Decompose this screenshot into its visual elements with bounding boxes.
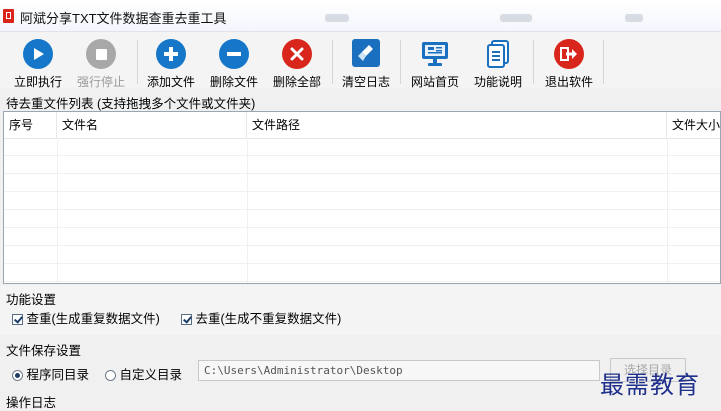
column-header-filepath[interactable]: 文件路径 bbox=[247, 112, 667, 138]
same-dir-radio[interactable] bbox=[12, 370, 23, 381]
add-file-label: 添加文件 bbox=[146, 75, 195, 89]
watermark: 最需教育 bbox=[600, 373, 700, 399]
play-icon bbox=[23, 39, 53, 69]
same-dir-label: 程序同目录 bbox=[26, 368, 89, 382]
title-bar: 阿斌分享TXT文件数据查重去重工具 bbox=[0, 0, 721, 32]
check-duplicates-label: 查重(生成重复数据文件) bbox=[26, 312, 160, 326]
file-list-table[interactable]: 序号 文件名 文件路径 文件大小 bbox=[3, 111, 721, 284]
dedupe-check-option[interactable]: 查重(生成重复数据文件) bbox=[12, 308, 160, 327]
title-blur-1 bbox=[325, 14, 349, 22]
file-list-title: 待去重文件列表 (支持拖拽多个文件或文件夹) bbox=[6, 97, 256, 111]
help-button[interactable]: 功能说明 bbox=[465, 36, 531, 89]
file-list-header: 序号 文件名 文件路径 文件大小 bbox=[4, 112, 720, 139]
delete-file-label: 删除文件 bbox=[209, 75, 258, 89]
toolbar-separator bbox=[533, 40, 534, 84]
delete-file-button[interactable]: 删除文件 bbox=[201, 36, 267, 89]
custom-dir-radio[interactable] bbox=[105, 370, 116, 381]
check-duplicates-checkbox[interactable] bbox=[12, 314, 23, 325]
broom-icon bbox=[351, 39, 381, 69]
empty-row bbox=[4, 174, 720, 192]
toolbar-separator bbox=[603, 40, 604, 84]
empty-row bbox=[4, 264, 720, 282]
title-blur-3 bbox=[625, 14, 643, 22]
file-list-body bbox=[4, 138, 720, 283]
function-settings-title: 功能设置 bbox=[6, 293, 57, 307]
window-title: 阿斌分享TXT文件数据查重去重工具 bbox=[20, 11, 227, 26]
custom-dir-label: 自定义目录 bbox=[119, 368, 182, 382]
dedupe-remove-option[interactable]: 去重(生成不重复数据文件) bbox=[181, 308, 341, 327]
delete-all-button[interactable]: 删除全部 bbox=[264, 36, 330, 89]
toolbar: 立即执行 强行停止 添加文件 删除文件 删除全部 清空日志 网站首页 功能说明 … bbox=[0, 32, 721, 89]
monitor-icon bbox=[420, 39, 450, 69]
stop-icon bbox=[86, 39, 116, 69]
delete-all-label: 删除全部 bbox=[272, 75, 321, 89]
column-header-index[interactable]: 序号 bbox=[4, 112, 57, 138]
save-settings-title: 文件保存设置 bbox=[6, 344, 82, 358]
force-stop-button[interactable]: 强行停止 bbox=[68, 36, 134, 89]
title-blur-2 bbox=[500, 14, 532, 22]
save-custom-dir-option[interactable]: 自定义目录 bbox=[105, 364, 182, 383]
run-now-label: 立即执行 bbox=[13, 75, 62, 89]
empty-row bbox=[4, 156, 720, 174]
plus-icon bbox=[156, 39, 186, 69]
empty-row bbox=[4, 138, 720, 156]
add-file-button[interactable]: 添加文件 bbox=[138, 36, 204, 89]
exit-label: 退出软件 bbox=[544, 75, 593, 89]
remove-duplicates-checkbox[interactable] bbox=[181, 314, 192, 325]
save-same-dir-option[interactable]: 程序同目录 bbox=[12, 364, 89, 383]
column-header-filesize[interactable]: 文件大小 bbox=[667, 112, 720, 138]
save-path-field[interactable]: C:\Users\Administrator\Desktop bbox=[198, 360, 600, 381]
exit-icon bbox=[554, 39, 584, 69]
remove-duplicates-label: 去重(生成不重复数据文件) bbox=[195, 312, 342, 326]
log-title: 操作日志 bbox=[6, 396, 57, 410]
toolbar-separator bbox=[400, 40, 401, 84]
empty-row bbox=[4, 228, 720, 246]
exit-button[interactable]: 退出软件 bbox=[536, 36, 602, 89]
minus-icon bbox=[219, 39, 249, 69]
website-home-button[interactable]: 网站首页 bbox=[402, 36, 468, 89]
close-icon bbox=[282, 39, 312, 69]
help-label: 功能说明 bbox=[473, 75, 522, 89]
empty-row bbox=[4, 246, 720, 264]
website-home-label: 网站首页 bbox=[410, 75, 459, 89]
run-now-button[interactable]: 立即执行 bbox=[5, 36, 71, 89]
force-stop-label: 强行停止 bbox=[76, 75, 125, 89]
document-icon bbox=[483, 39, 513, 69]
column-header-filename[interactable]: 文件名 bbox=[57, 112, 247, 138]
app-icon bbox=[3, 9, 14, 23]
empty-row bbox=[4, 210, 720, 228]
clear-log-button[interactable]: 清空日志 bbox=[333, 36, 399, 89]
empty-row bbox=[4, 192, 720, 210]
clear-log-label: 清空日志 bbox=[341, 75, 390, 89]
